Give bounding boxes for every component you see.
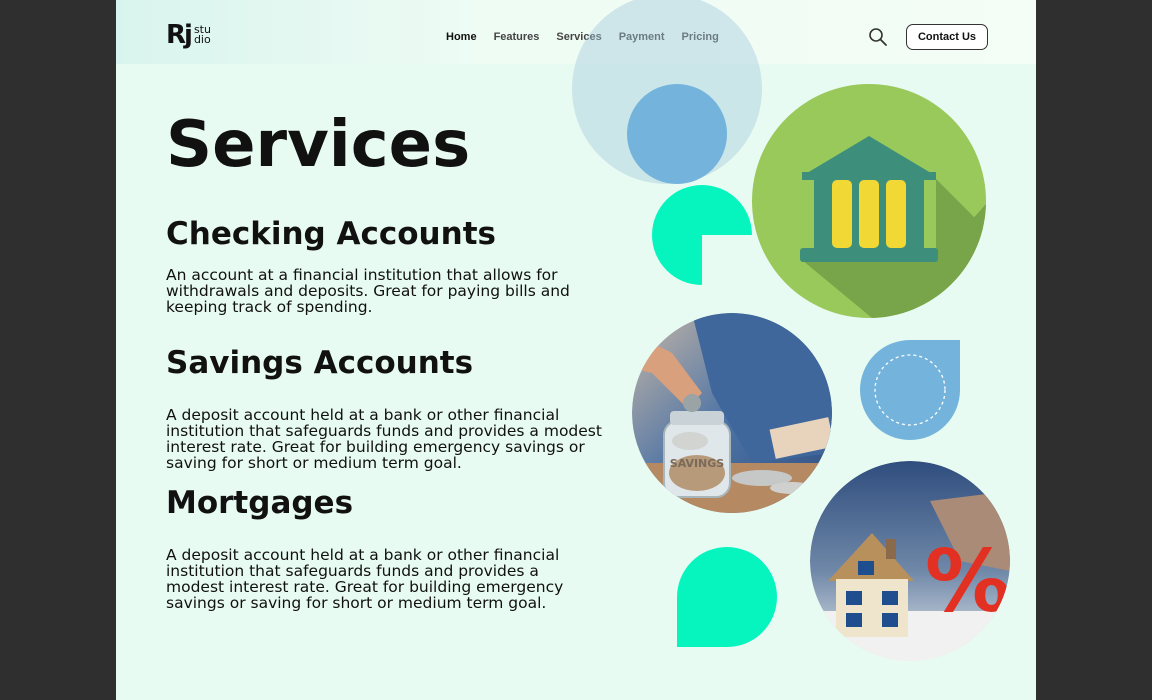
nav-features[interactable]: Features — [494, 31, 540, 43]
logo-word-bottom: dio — [193, 33, 211, 46]
contact-us-button[interactable]: Contact Us — [906, 24, 988, 50]
deco-circle-blue — [627, 84, 727, 184]
logo-mark: Rj — [166, 20, 193, 50]
house-percent-photo: % — [810, 461, 1010, 661]
logo[interactable]: Rj stu dio — [166, 22, 211, 48]
savings-accounts-heading: Savings Accounts — [166, 345, 474, 381]
percent-symbol: % — [925, 532, 1010, 632]
checking-accounts-description: An account at a financial institution th… — [166, 266, 570, 316]
page: Rj stu dio Home Features Services Paymen… — [116, 0, 1036, 700]
mortgages-description: A deposit account held at a bank or othe… — [166, 546, 564, 612]
mortgages-heading: Mortgages — [166, 485, 354, 521]
savings-jar-label: SAVINGS — [670, 457, 725, 470]
search-icon[interactable] — [868, 27, 888, 47]
deco-blue-drop — [860, 340, 960, 440]
checking-accounts-heading: Checking Accounts — [166, 216, 496, 252]
deco-teal-drop — [677, 547, 777, 647]
nav-home[interactable]: Home — [446, 31, 477, 43]
logo-word: stu dio — [193, 24, 211, 46]
savings-jar-photo: SAVINGS — [632, 313, 832, 513]
page-title: Services — [166, 108, 471, 182]
savings-accounts-description: A deposit account held at a bank or othe… — [166, 406, 602, 472]
deco-teal-notched-circle — [652, 185, 752, 285]
header: Rj stu dio Home Features Services Paymen… — [116, 0, 1036, 64]
bank-icon — [752, 84, 986, 318]
